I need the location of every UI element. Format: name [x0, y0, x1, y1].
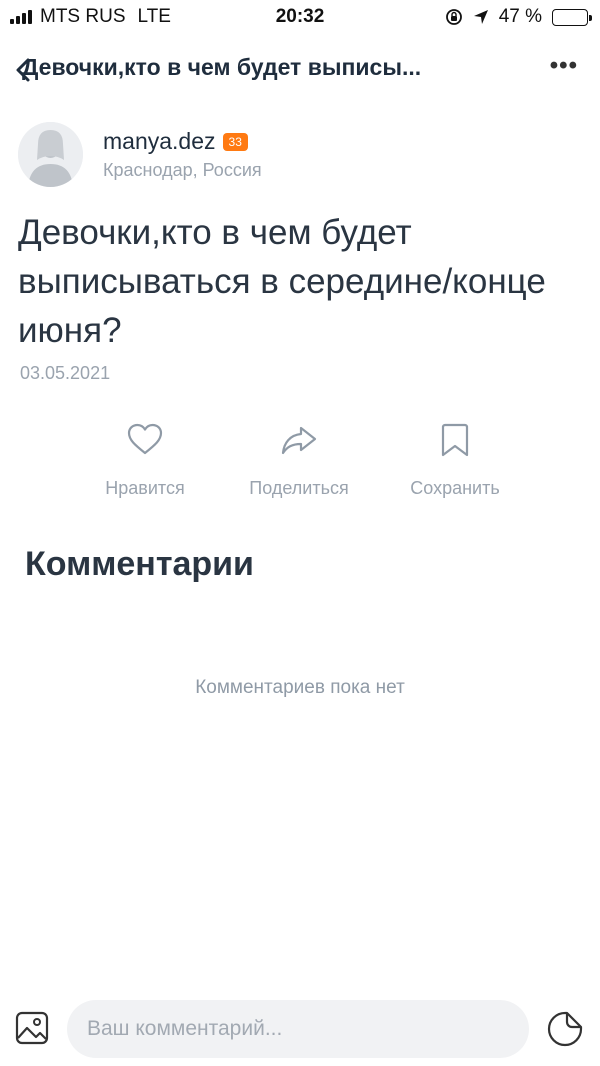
- default-avatar-icon: [18, 122, 83, 187]
- battery-percent: 47 %: [498, 6, 542, 27]
- post-author: manya.dez 33 Краснодар, Россия: [18, 120, 578, 190]
- author-username[interactable]: manya.dez: [103, 128, 216, 155]
- author-badge: 33: [222, 132, 248, 151]
- status-bar: MTS RUS LTE 20:32 47 %: [0, 0, 600, 34]
- post-date: 03.05.2021: [20, 363, 111, 383]
- comment-composer: [0, 996, 600, 1062]
- post-actions: Нравится Поделиться Сохранить: [0, 420, 600, 510]
- status-right: 47 %: [445, 6, 592, 28]
- avatar[interactable]: [18, 122, 83, 187]
- location-arrow-icon: [473, 10, 488, 24]
- page-title: Девочки,кто в чем будет выписы...: [22, 54, 422, 80]
- post-title: Девочки,кто в чем будет выписываться в с…: [18, 213, 546, 350]
- comments-empty-state: Комментариев пока нет: [195, 677, 405, 698]
- share-label: Поделиться: [249, 478, 349, 498]
- save-button[interactable]: Сохранить: [380, 420, 530, 499]
- like-label: Нравится: [105, 478, 185, 498]
- more-dots-icon: •••: [549, 52, 578, 79]
- back-arrow-icon[interactable]: [10, 56, 38, 84]
- share-button[interactable]: Поделиться: [224, 420, 374, 499]
- like-button[interactable]: Нравится: [70, 420, 220, 499]
- heart-icon: [127, 423, 163, 455]
- rotation-lock-icon: [445, 9, 462, 25]
- save-label: Сохранить: [410, 478, 500, 498]
- image-attach-icon[interactable]: [14, 1010, 50, 1046]
- app-screen: MTS RUS LTE 20:32 47 % Девочки,кто в чем…: [0, 0, 600, 1066]
- sticker-icon[interactable]: [546, 1010, 584, 1048]
- comment-input[interactable]: [67, 1000, 529, 1058]
- comments-heading: Комментарии: [25, 545, 254, 583]
- nav-bar: Девочки,кто в чем будет выписы... •••: [0, 44, 600, 92]
- author-username-row: manya.dez 33: [103, 128, 248, 155]
- battery-icon: [552, 8, 592, 26]
- author-location: Краснодар, Россия: [103, 160, 262, 180]
- bookmark-icon: [441, 423, 469, 457]
- share-arrow-icon: [281, 426, 317, 455]
- more-options-button[interactable]: •••: [550, 52, 578, 80]
